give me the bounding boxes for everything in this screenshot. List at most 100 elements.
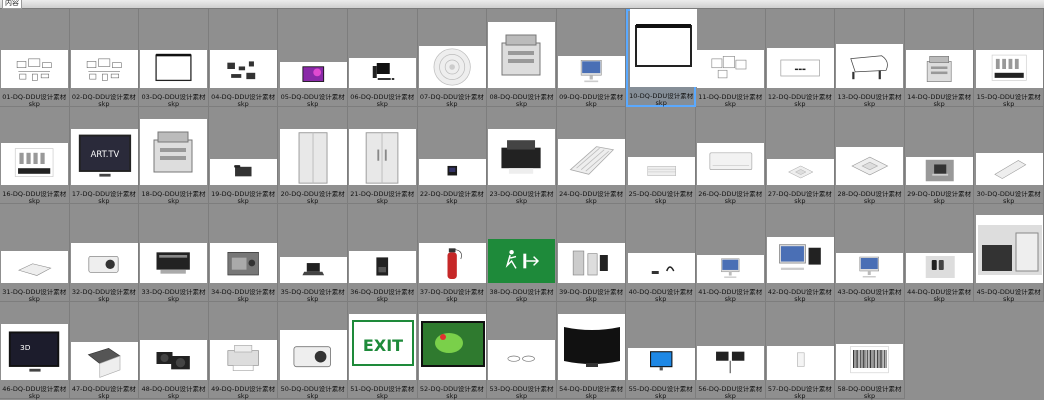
thumbnail-item[interactable]: 49-DQ-DDU设计素材 skp <box>208 301 279 400</box>
thumbnail-item[interactable]: EXIT 51-DQ-DDU设计素材 skp <box>348 301 418 400</box>
thumbnail-item[interactable]: 13-DQ-DDU设计素材 skp <box>835 9 905 107</box>
fire-extinguisher-thumbnail <box>418 242 486 283</box>
projector-thumbnail <box>70 242 138 283</box>
thumbnail-item[interactable]: 18-DQ-DDU设计素材 skp <box>139 106 209 205</box>
thumbnail-item[interactable]: 56-DQ-DDU设计素材 skp <box>696 301 766 400</box>
thumbnail-item[interactable]: 3D 46-DQ-DDU设计素材 skp <box>0 301 70 400</box>
thumbnail-item[interactable]: 54-DQ-DDU设计素材 skp <box>556 301 627 400</box>
thumbnail-item[interactable]: 40-DQ-DDU设计素材 skp <box>626 204 696 302</box>
thumbnail-item[interactable]: 35-DQ-DDU设计素材 skp <box>278 204 348 302</box>
thumbnail-item[interactable]: 24-DQ-DDU设计素材 skp <box>556 106 627 205</box>
thumbnail-item[interactable]: 34-DQ-DDU设计素材 skp <box>208 204 279 302</box>
thumbnail-item[interactable]: 03-DQ-DDU设计素材 skp <box>139 9 209 107</box>
thumbnail-item[interactable]: 43-DQ-DDU设计素材 skp <box>835 204 905 302</box>
thumbnail-extension: skp <box>307 392 319 400</box>
coffee-machine-thumbnail <box>349 250 417 283</box>
thumbnail-item[interactable]: 23-DQ-DDU设计素材 skp <box>487 106 557 205</box>
grand-piano-thumbnail <box>836 43 904 88</box>
thumbnail-item[interactable]: 53-DQ-DDU设计素材 skp <box>487 301 557 400</box>
thumbnail-item[interactable]: 31-DQ-DDU设计素材 skp <box>0 204 70 302</box>
branded-shelf-thumbnail: ▬▬▬ <box>766 47 834 88</box>
thumbnail-item[interactable]: 06-DQ-DDU设计素材 skp <box>348 9 418 107</box>
thumbnail-item[interactable]: 39-DQ-DDU设计素材 skp <box>556 204 627 302</box>
thumbnail-item[interactable]: 55-DQ-DDU设计素材 skp <box>626 301 696 400</box>
thumbnail-item[interactable]: 36-DQ-DDU设计素材 skp <box>348 204 418 302</box>
thumbnail-item[interactable]: 05-DQ-DDU设计素材 skp <box>278 9 348 107</box>
exit-sign-green-thumbnail <box>488 238 556 283</box>
thumbnail-item[interactable]: 16-DQ-DDU设计素材 skp <box>0 106 70 205</box>
thumbnail-item[interactable]: 52-DQ-DDU设计素材 skp <box>417 301 488 400</box>
printer-box-icon <box>140 243 207 283</box>
thumbnail-item[interactable]: 44-DQ-DDU设计素材 skp <box>904 204 975 302</box>
thumbnail-extension: skp <box>655 392 667 400</box>
thumbnail-item[interactable]: 38-DQ-DDU设计素材 skp <box>487 204 557 302</box>
thumbnail-item[interactable]: 08-DQ-DDU设计素材 skp <box>487 9 557 107</box>
thumbnail-item[interactable]: 33-DQ-DDU设计素材 skp <box>139 204 209 302</box>
thumbnail-item[interactable]: 10-DQ-DDU设计素材 skp <box>626 8 697 107</box>
panel-tab-content[interactable]: 内容 <box>2 0 22 9</box>
thumbnail-extension: skp <box>376 392 388 400</box>
thumbnail-item[interactable]: 42-DQ-DDU设计素材 skp <box>765 204 836 302</box>
computer-set-thumbnail <box>349 57 417 88</box>
thumbnail-item[interactable]: 47-DQ-DDU设计素材 skp <box>69 301 140 400</box>
keyboard-thumbnail <box>975 153 1043 185</box>
laptop-photo-icon <box>906 157 973 185</box>
thumbnail-item[interactable]: 41-DQ-DDU设计素材 skp <box>696 204 766 302</box>
thumbnail-item[interactable]: 48-DQ-DDU设计素材 skp <box>139 301 209 400</box>
thumbnail-item[interactable]: 57-DQ-DDU设计素材 skp <box>765 301 836 400</box>
thumbnail-item[interactable]: 58-DQ-DDU设计素材 skp <box>835 301 905 400</box>
imac-thumbnail <box>697 254 765 283</box>
dslr-cameras-thumbnail <box>140 340 208 380</box>
thumbnail-item[interactable]: 25-DQ-DDU设计素材 skp <box>626 106 696 205</box>
thumbnail-item[interactable]: 28-DQ-DDU设计素材 skp <box>835 106 905 205</box>
photo-printer-thumbnail <box>210 340 278 380</box>
printer-icon <box>488 129 555 185</box>
exit-sign-thumbnail: EXIT <box>349 314 417 380</box>
thumbnail-item[interactable]: 32-DQ-DDU设计素材 skp <box>69 204 140 302</box>
smart-tv-thumbnail: ART.TV <box>70 129 138 185</box>
thumbnail-item[interactable]: 19-DQ-DDU设计素材 skp <box>208 106 279 205</box>
thumbnail-extension: skp <box>28 392 40 400</box>
copier-icon <box>488 22 555 88</box>
barcode-thumbnail <box>836 344 904 380</box>
thumbnail-item[interactable]: 11-DQ-DDU设计素材 skp <box>696 9 766 107</box>
projector-screen-thumbnail <box>140 49 208 88</box>
thumbnail-item[interactable]: 29-DQ-DDU设计素材 skp <box>904 106 975 205</box>
imac-thumbnail <box>836 252 904 283</box>
printer-box-thumbnail <box>140 242 208 283</box>
thumbnail-item[interactable]: 50-DQ-DDU设计素材 skp <box>278 301 348 400</box>
smart-tv-icon: ART.TV <box>71 129 138 185</box>
thumbnail-item[interactable]: 30-DQ-DDU设计素材 skp <box>974 106 1044 205</box>
thumbnail-item[interactable]: 04-DQ-DDU设计素材 skp <box>208 9 279 107</box>
thumbnail-item[interactable]: 27-DQ-DDU设计素材 skp <box>765 106 836 205</box>
thumbnail-item[interactable]: 37-DQ-DDU设计素材 skp <box>417 204 488 302</box>
thumbnail-item[interactable]: 20-DQ-DDU设计素材 skp <box>278 106 348 205</box>
furniture-set-thumbnail <box>1 49 69 88</box>
thumbnail-item[interactable]: 26-DQ-DDU设计素材 skp <box>696 106 766 205</box>
refrigerator-icon <box>280 129 347 185</box>
tv-box-icon <box>71 342 138 380</box>
thumbnail-extension: skp <box>446 392 458 400</box>
sofa-set-thumbnail <box>697 49 765 88</box>
ceiling-vent-icon <box>419 46 486 88</box>
vent-panel-thumbnail <box>558 139 626 185</box>
svg-text:3D: 3D <box>20 343 31 352</box>
thumbnail-item[interactable]: 14-DQ-DDU设计素材 skp <box>904 9 975 107</box>
thumbnail-item[interactable]: 22-DQ-DDU设计素材 skp <box>417 106 488 205</box>
barcode-icon <box>836 344 903 380</box>
branded-shelf-icon: ▬▬▬ <box>767 48 834 88</box>
thumbnail-item[interactable]: 07-DQ-DDU设计素材 skp <box>417 9 488 107</box>
thumbnail-item[interactable]: ▬▬▬ 12-DQ-DDU设计素材 skp <box>765 9 836 107</box>
curved-tv-thumbnail <box>558 314 626 380</box>
grand-piano-icon <box>836 44 903 88</box>
tv-box-thumbnail <box>70 342 138 380</box>
tv-3d-thumbnail: 3D <box>1 324 69 380</box>
apple-devices-thumbnail <box>766 236 834 283</box>
thumbnail-item[interactable]: 15-DQ-DDU设计素材 skp <box>974 9 1044 107</box>
thumbnail-item[interactable]: 02-DQ-DDU设计素材 skp <box>69 9 140 107</box>
thumbnail-item[interactable]: 01-DQ-DDU设计素材 skp <box>0 9 70 107</box>
thumbnail-item[interactable]: 09-DQ-DDU设计素材 skp <box>556 9 627 107</box>
thumbnail-item[interactable]: 21-DQ-DDU设计素材 skp <box>348 106 418 205</box>
thumbnail-item[interactable]: ART.TV 17-DQ-DDU设计素材 skp <box>69 106 140 205</box>
thumbnail-item[interactable]: 45-DQ-DDU设计素材 skp <box>974 204 1044 302</box>
